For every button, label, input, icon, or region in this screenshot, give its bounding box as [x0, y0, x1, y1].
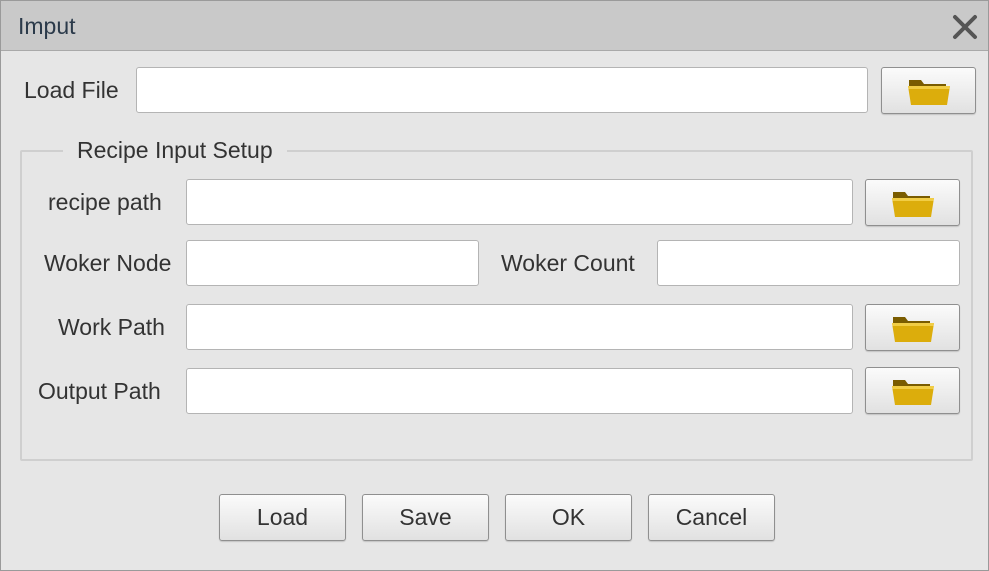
worker-count-input[interactable]	[657, 240, 960, 286]
worker-node-label: Woker Node	[44, 250, 172, 276]
worker-count-label: Woker Count	[501, 250, 635, 276]
dialog-title: Imput	[18, 13, 76, 39]
load-button[interactable]: Load	[219, 494, 346, 541]
work-path-label: Work Path	[58, 314, 165, 340]
work-path-input[interactable]	[186, 304, 853, 350]
output-path-browse-button[interactable]	[865, 367, 960, 414]
worker-node-input[interactable]	[186, 240, 479, 286]
load-file-input[interactable]	[136, 67, 868, 113]
output-path-label: Output Path	[38, 378, 161, 404]
input-dialog: Imput Load File Recipe Input Setup recip…	[0, 0, 989, 571]
close-icon[interactable]	[949, 11, 981, 43]
ok-button[interactable]: OK	[505, 494, 632, 541]
work-path-browse-button[interactable]	[865, 304, 960, 351]
title-bar[interactable]: Imput	[1, 1, 988, 51]
recipe-input-setup-legend: Recipe Input Setup	[63, 137, 287, 164]
cancel-button[interactable]: Cancel	[648, 494, 775, 541]
load-file-label: Load File	[24, 77, 119, 103]
save-button[interactable]: Save	[362, 494, 489, 541]
recipe-path-input[interactable]	[186, 179, 853, 225]
recipe-path-label: recipe path	[48, 189, 162, 215]
load-file-browse-button[interactable]	[881, 67, 976, 114]
output-path-input[interactable]	[186, 368, 853, 414]
recipe-path-browse-button[interactable]	[865, 179, 960, 226]
